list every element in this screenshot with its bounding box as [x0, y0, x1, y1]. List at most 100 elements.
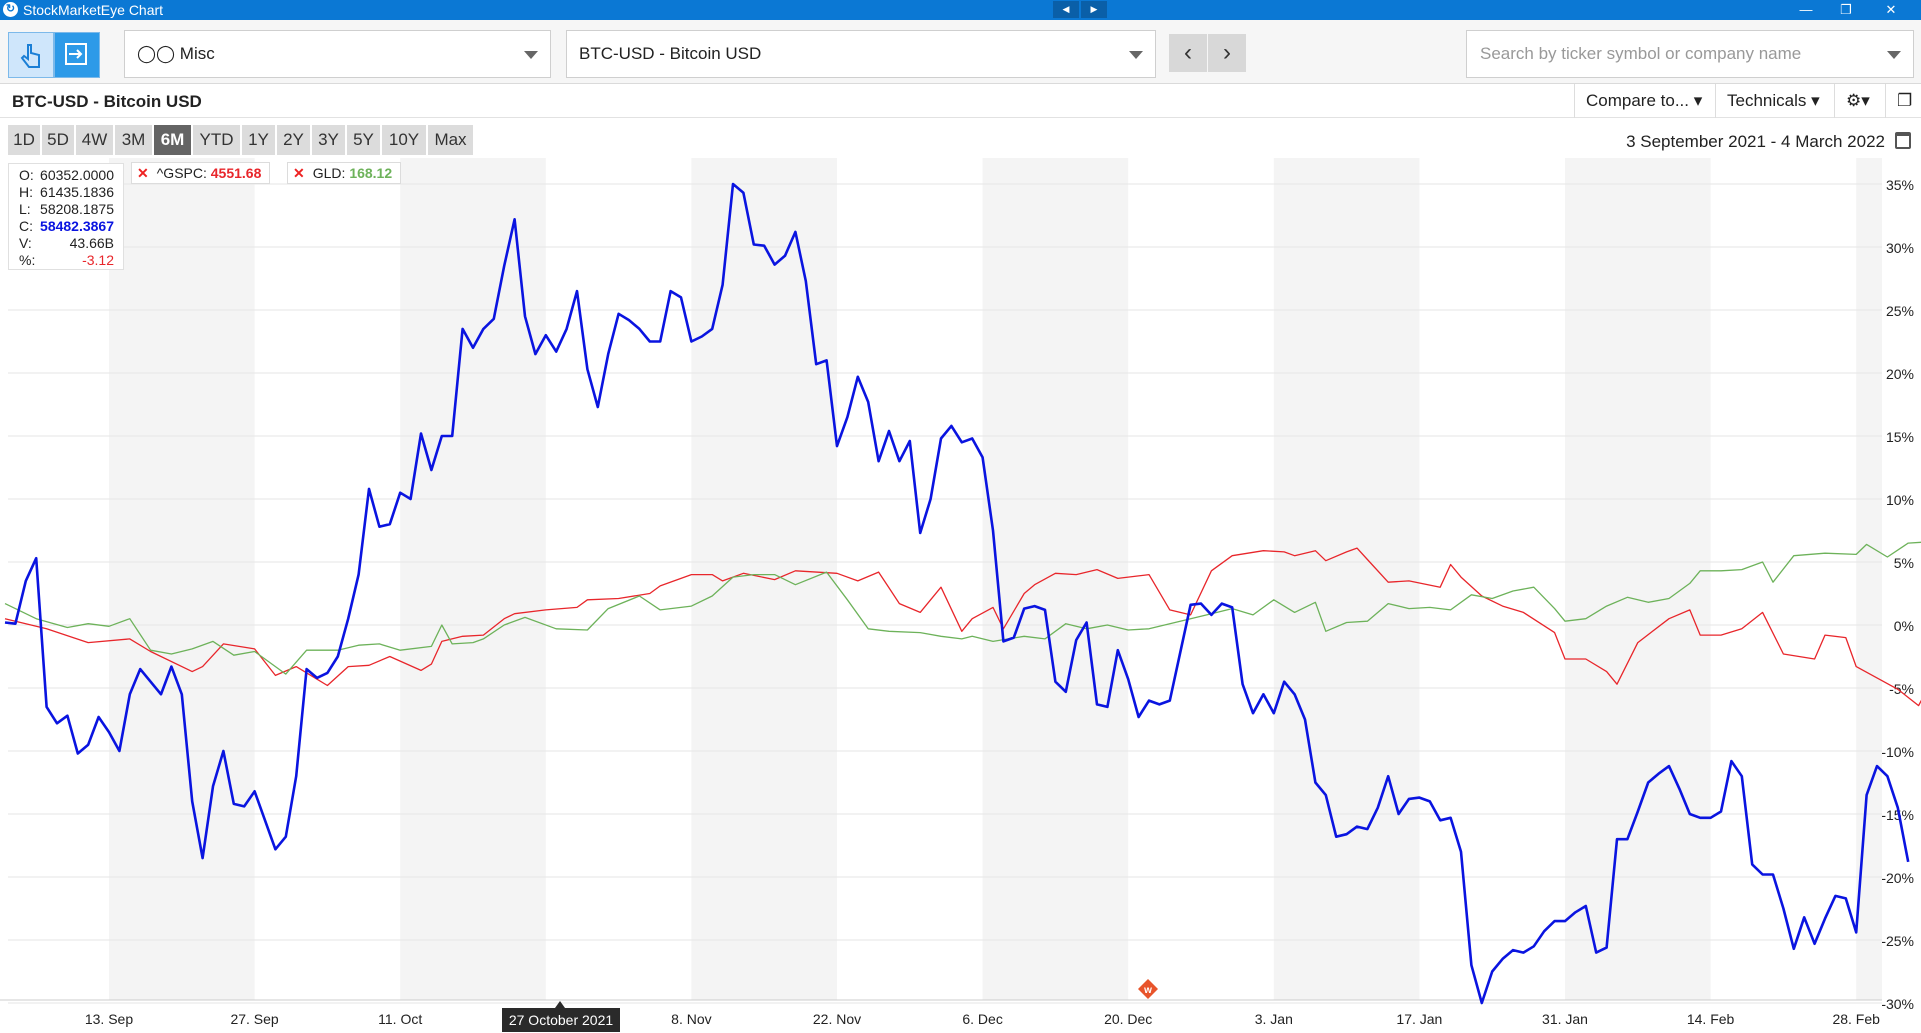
x-tick-label: 8. Nov	[671, 1011, 711, 1027]
previous-symbol-button[interactable]: ‹	[1169, 34, 1207, 72]
volume-label: V:	[19, 235, 32, 251]
restore-icon[interactable]: ❐	[1826, 0, 1866, 20]
period-button-5y[interactable]: 5Y	[347, 125, 380, 155]
period-button-max[interactable]: Max	[428, 125, 473, 155]
y-tick-label: -20%	[1881, 870, 1914, 886]
period-button-5d[interactable]: 5D	[42, 125, 74, 155]
x-tick-label: 6. Dec	[962, 1011, 1002, 1027]
scroll-right-icon[interactable]: ▶	[1081, 1, 1107, 18]
compare-button[interactable]: Compare to... ▾	[1574, 84, 1715, 118]
period-button-3y[interactable]: 3Y	[312, 125, 345, 155]
ohlc-panel: O: 60352.0000 H: 61435.1836 L: 58208.1875 C…	[8, 163, 124, 270]
y-tick-label: -25%	[1881, 933, 1914, 949]
open-value: 60352.0000	[40, 167, 114, 183]
week-band	[1273, 158, 1420, 1000]
cursor-date-label: 27 October 2021	[509, 1012, 614, 1028]
y-tick-label: 35%	[1886, 177, 1914, 193]
watchlist-dropdown[interactable]: ◯◯ Misc	[124, 30, 551, 78]
compare-label: Compare to...	[1586, 91, 1689, 110]
svg-text:w: w	[1143, 985, 1152, 996]
y-tick-label: 15%	[1886, 429, 1914, 445]
window-restore-icon: ❐	[1897, 91, 1913, 110]
technicals-button[interactable]: Technicals ▾	[1715, 84, 1834, 118]
window-title: StockMarketEye Chart	[23, 2, 164, 18]
compare-symbol: ^GSPC:	[156, 165, 207, 181]
week-band	[109, 158, 255, 1000]
x-tick-label: 11. Oct	[378, 1011, 422, 1027]
technicals-label: Technicals	[1727, 91, 1807, 110]
chevron-left-icon: ‹	[1184, 39, 1192, 66]
app-logo-icon: ↻	[3, 2, 18, 17]
period-button-1y[interactable]: 1Y	[242, 125, 275, 155]
export-icon	[65, 43, 87, 65]
compare-tag-gld: ✕ GLD: 168.12	[287, 162, 402, 184]
pct-label: %:	[19, 252, 36, 268]
scroll-left-icon[interactable]: ◀	[1053, 1, 1079, 18]
y-tick-label: 25%	[1886, 303, 1914, 319]
chart-title: BTC-USD - Bitcoin USD	[12, 92, 202, 111]
y-tick-label: 20%	[1886, 366, 1914, 382]
period-button-4w[interactable]: 4W	[76, 125, 113, 155]
minimize-icon[interactable]: —	[1786, 0, 1826, 20]
caret-down-icon: ▾	[1693, 91, 1703, 110]
y-tick-label: -30%	[1881, 996, 1914, 1012]
high-value: 61435.1836	[40, 184, 114, 200]
x-tick-label: 14. Feb	[1687, 1011, 1735, 1027]
pointer-tool-button[interactable]	[8, 32, 54, 78]
high-label: H:	[19, 184, 33, 200]
toolbar: ◯◯ Misc BTC-USD - Bitcoin USD ‹ › Search…	[0, 20, 1921, 84]
week-band	[400, 158, 546, 1000]
x-tick-label: 20. Dec	[1104, 1011, 1152, 1027]
period-button-ytd[interactable]: YTD	[193, 125, 240, 155]
calendar-icon[interactable]	[1895, 132, 1911, 149]
settings-gears-icon: ⚙▾	[1846, 91, 1870, 110]
search-placeholder: Search by ticker symbol or company name	[1480, 44, 1802, 63]
caret-down-icon: ▾	[1811, 91, 1820, 110]
compare-value: 4551.68	[210, 165, 262, 181]
x-tick-label: 13. Sep	[85, 1011, 133, 1027]
chevron-right-icon: ›	[1223, 39, 1231, 66]
search-input[interactable]: Search by ticker symbol or company name	[1466, 30, 1914, 78]
compare-symbol: GLD:	[312, 165, 346, 181]
pointer-hand-icon	[20, 44, 40, 68]
symbol-dropdown[interactable]: BTC-USD - Bitcoin USD	[566, 30, 1156, 78]
chart-header: BTC-USD - Bitcoin USD Compare to... ▾ Te…	[0, 84, 1921, 118]
y-tick-label: 0%	[1894, 618, 1914, 634]
chart-settings-button[interactable]: ⚙▾	[1834, 84, 1885, 118]
period-button-1d[interactable]: 1D	[8, 125, 40, 155]
x-tick-label: 17. Jan	[1396, 1011, 1442, 1027]
week-band	[691, 158, 837, 1000]
pct-value: -3.12	[82, 252, 114, 268]
x-tick-label: 31. Jan	[1542, 1011, 1588, 1027]
event-marker-icon[interactable]: w	[1137, 978, 1159, 1000]
remove-compare-icon[interactable]: ✕	[137, 165, 149, 181]
period-button-3m[interactable]: 3M	[115, 125, 152, 155]
period-button-2y[interactable]: 2Y	[277, 125, 310, 155]
y-tick-label: -5%	[1889, 681, 1914, 697]
compare-value: 168.12	[349, 165, 393, 181]
next-symbol-button[interactable]: ›	[1208, 34, 1246, 72]
chevron-down-icon	[1129, 51, 1143, 59]
watchlist-label: Misc	[179, 44, 215, 63]
price-chart[interactable]: 35%30%25%20%15%10%5%0%-5%-10%-15%-20%-25…	[0, 158, 1921, 1033]
symbol-label: BTC-USD - Bitcoin USD	[579, 44, 762, 63]
y-tick-label: 10%	[1886, 492, 1914, 508]
week-band	[982, 158, 1129, 1000]
close-label: C:	[19, 218, 33, 234]
cursor-pointer	[555, 1001, 565, 1008]
chevron-down-icon	[524, 51, 538, 59]
open-label: O:	[19, 167, 34, 183]
glasses-icon: ◯◯	[137, 44, 176, 63]
period-button-10y[interactable]: 10Y	[382, 125, 426, 155]
period-button-6m[interactable]: 6M	[154, 125, 191, 155]
close-value: 58482.3867	[40, 218, 114, 234]
chevron-down-icon	[1887, 51, 1901, 59]
remove-compare-icon[interactable]: ✕	[293, 165, 305, 181]
close-icon[interactable]: ✕	[1871, 0, 1911, 20]
detach-window-button[interactable]: ❐	[1885, 84, 1921, 118]
date-range[interactable]: 3 September 2021 - 4 March 2022	[1626, 132, 1885, 152]
x-tick-label: 3. Jan	[1255, 1011, 1293, 1027]
y-tick-label: 5%	[1894, 555, 1914, 571]
low-value: 58208.1875	[40, 201, 114, 217]
export-tool-button[interactable]	[54, 32, 100, 78]
